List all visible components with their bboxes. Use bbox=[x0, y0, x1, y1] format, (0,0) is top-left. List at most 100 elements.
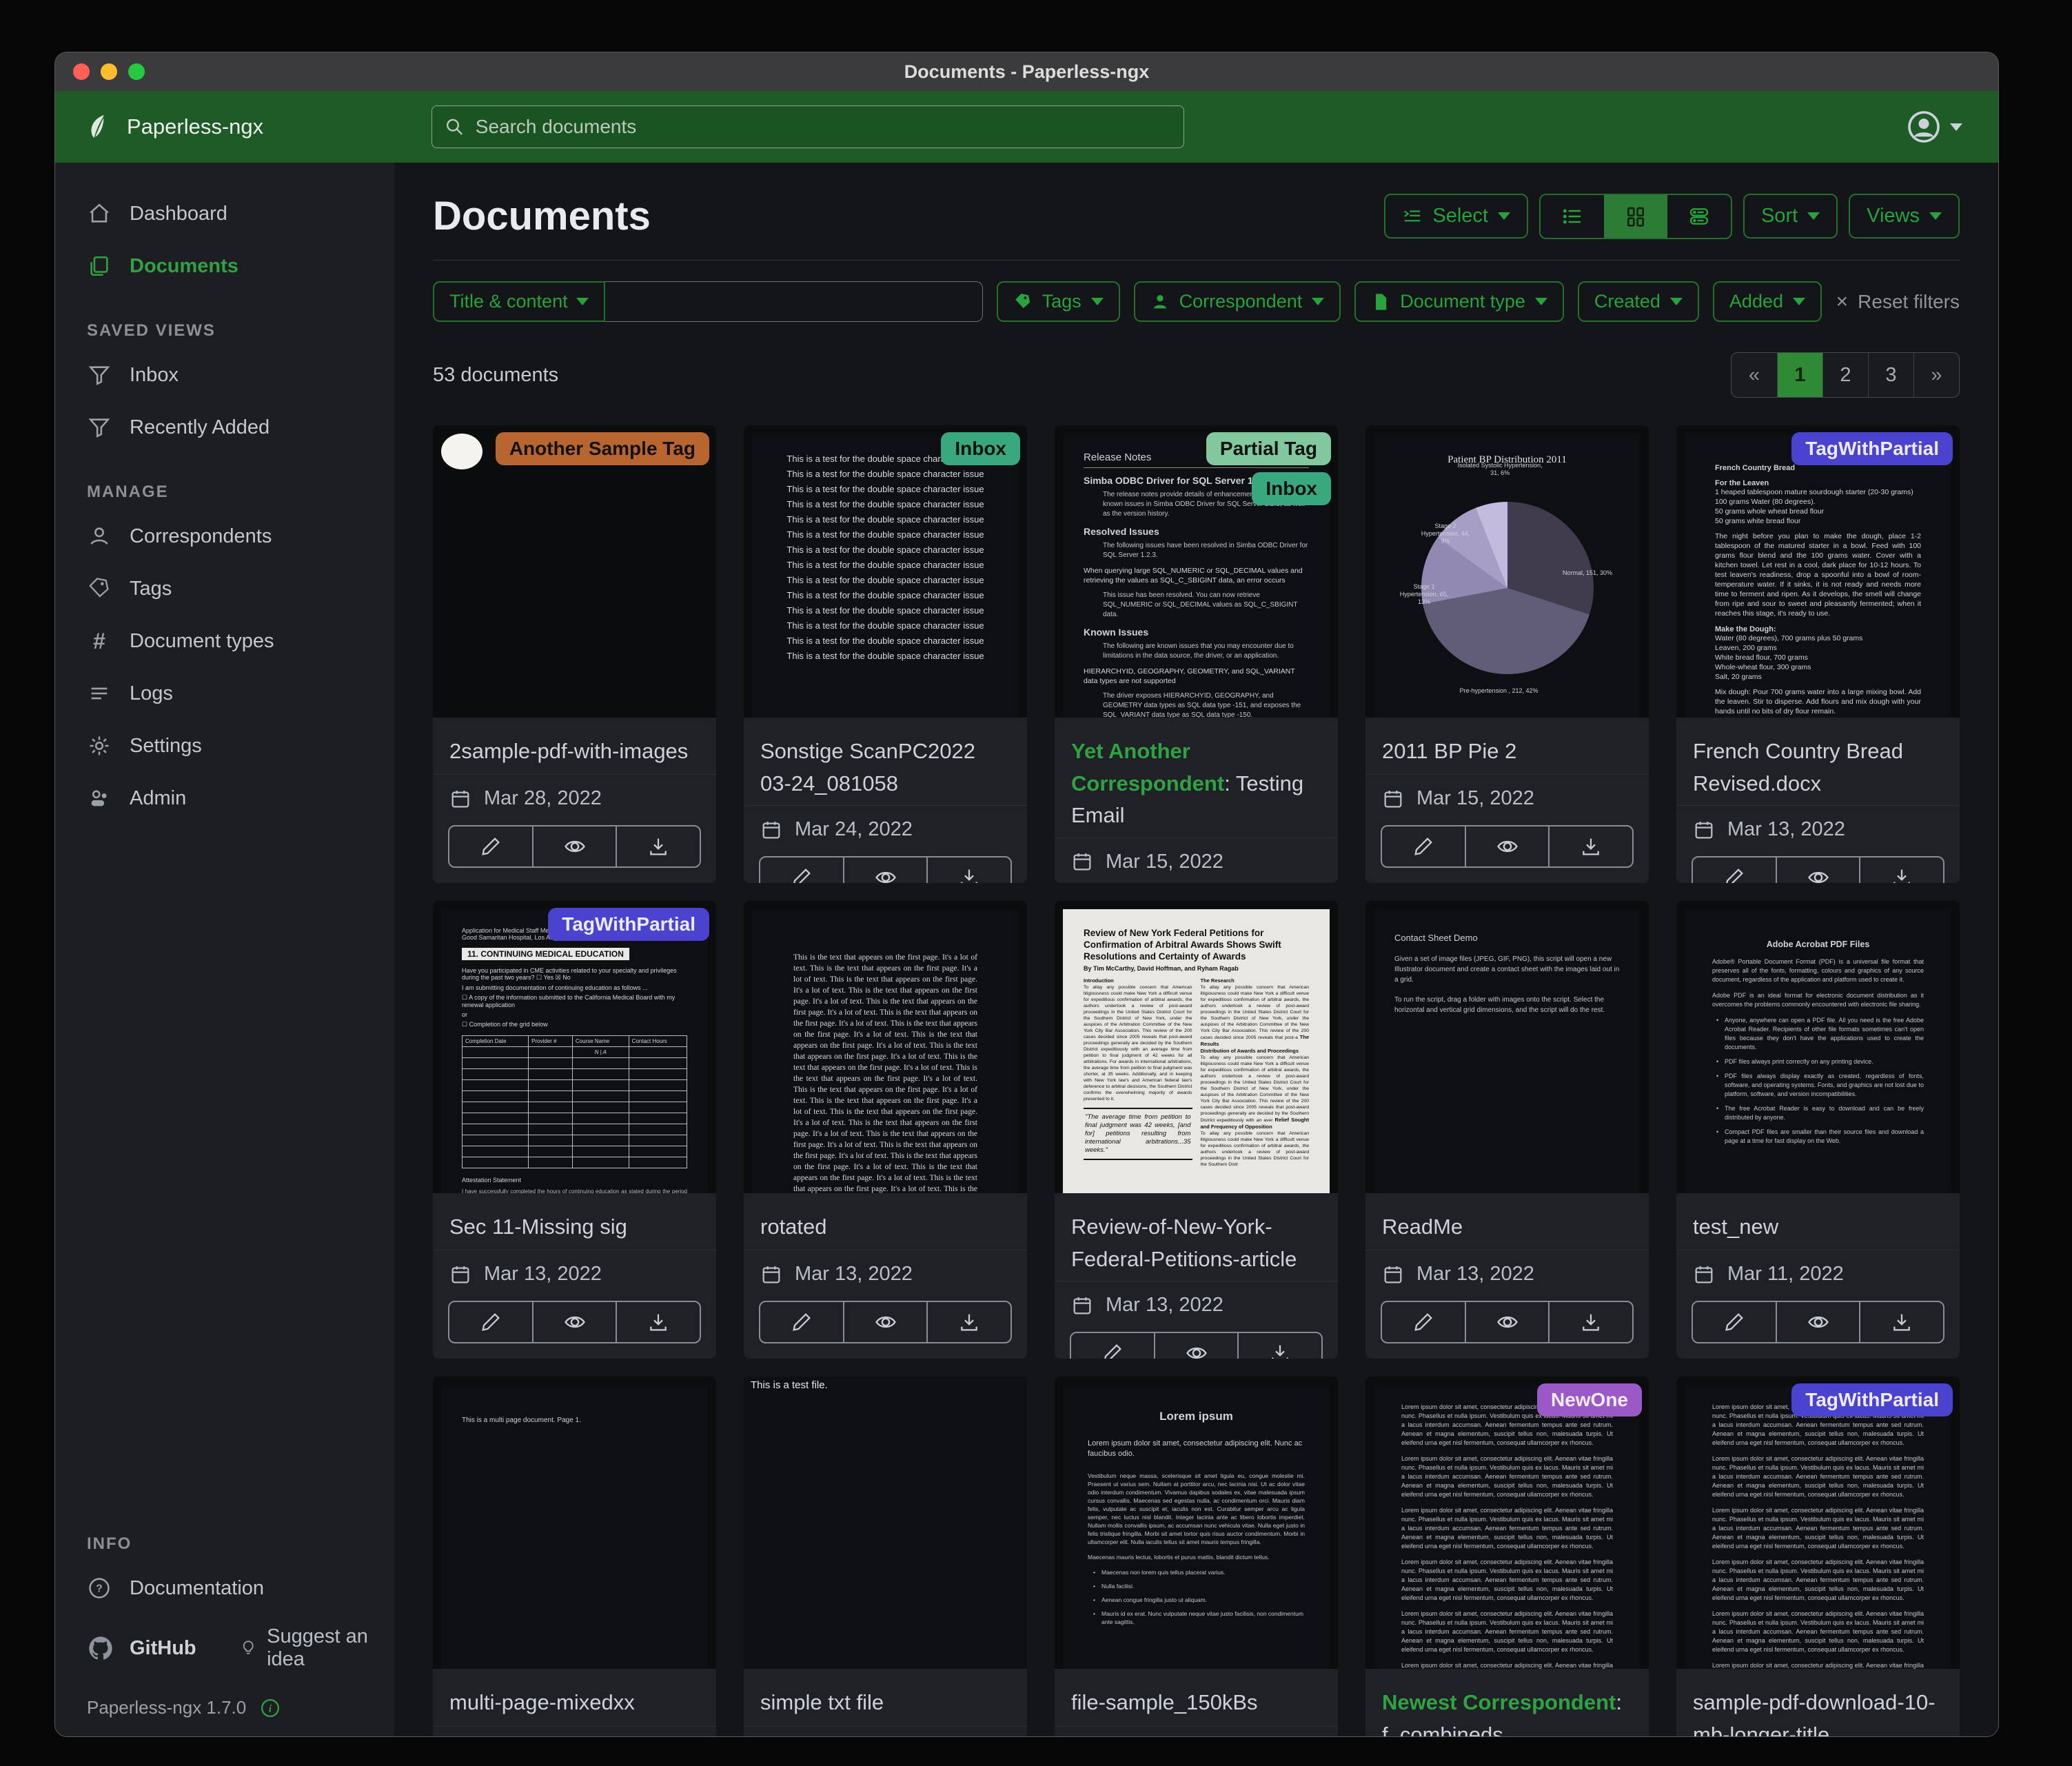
info-icon[interactable]: i bbox=[260, 1698, 281, 1718]
document-card[interactable]: Release NotesSimba ODBC Driver for SQL S… bbox=[1055, 425, 1338, 883]
document-card[interactable]: Review of New York Federal Petitions for… bbox=[1055, 901, 1338, 1359]
document-correspondent[interactable]: Newest Correspondent bbox=[1382, 1690, 1616, 1714]
sidebar-item-tags[interactable]: Tags bbox=[55, 562, 394, 615]
correspondent-filter-button[interactable]: Correspondent bbox=[1134, 281, 1341, 322]
document-title[interactable]: sample-pdf-download-10-mb-longer-title bbox=[1676, 1669, 1960, 1736]
view-document-button[interactable] bbox=[843, 857, 927, 883]
document-card[interactable]: Adobe Acrobat PDF FilesAdobe® Portable D… bbox=[1676, 901, 1960, 1359]
document-title[interactable]: simple txt file bbox=[744, 1669, 1027, 1726]
title-content-filter-input[interactable] bbox=[605, 281, 983, 322]
download-document-button[interactable] bbox=[1859, 857, 1943, 883]
tags-filter-button[interactable]: Tags bbox=[997, 281, 1120, 322]
document-card[interactable]: This is the text that appears on the fir… bbox=[744, 901, 1027, 1359]
view-document-button[interactable] bbox=[1154, 1333, 1238, 1359]
tag-badge[interactable]: Inbox bbox=[1252, 472, 1331, 505]
document-thumbnail[interactable]: Lorem ipsum dolor sit amet, consectetur … bbox=[1365, 1377, 1649, 1669]
document-correspondent[interactable]: Yet Another Correspondent bbox=[1071, 739, 1224, 795]
tag-badge[interactable]: TagWithPartial bbox=[548, 908, 709, 941]
document-title[interactable]: Newest Correspondent: f_combineds bbox=[1365, 1669, 1649, 1736]
view-document-button[interactable] bbox=[843, 1302, 927, 1342]
document-thumbnail[interactable]: Contact Sheet DemoGiven a set of image f… bbox=[1365, 901, 1649, 1193]
document-thumbnail[interactable]: This is a test file. bbox=[744, 1377, 1027, 1669]
document-card[interactable]: This is a test for the double space char… bbox=[744, 425, 1027, 883]
document-thumbnail[interactable]: Boundary Waters TripLegendGoogle EarthCu… bbox=[433, 425, 716, 718]
sidebar-item-documents[interactable]: Documents bbox=[55, 240, 394, 292]
search-input[interactable] bbox=[474, 115, 1171, 139]
tag-badge[interactable]: NewOne bbox=[1537, 1383, 1642, 1417]
tag-badge[interactable]: TagWithPartial bbox=[1791, 1383, 1953, 1417]
document-card[interactable]: Boundary Waters TripLegendGoogle EarthCu… bbox=[433, 425, 716, 883]
edit-document-button[interactable] bbox=[449, 826, 532, 866]
tag-badge[interactable]: Partial Tag bbox=[1206, 432, 1331, 465]
document-title[interactable]: French Country Bread Revised.docx bbox=[1676, 718, 1960, 805]
document-thumbnail[interactable]: This is a test for the double space char… bbox=[744, 425, 1027, 718]
user-menu[interactable] bbox=[1907, 110, 1962, 143]
document-thumbnail[interactable]: This is the text that appears on the fir… bbox=[744, 901, 1027, 1193]
document-title[interactable]: file-sample_150kBs bbox=[1055, 1669, 1338, 1726]
added-filter-button[interactable]: Added bbox=[1713, 281, 1822, 322]
app-brand[interactable]: Paperless-ngx bbox=[84, 112, 263, 142]
download-document-button[interactable] bbox=[1548, 826, 1632, 866]
tag-badge[interactable]: Inbox bbox=[941, 432, 1020, 465]
select-button[interactable]: Select bbox=[1384, 194, 1528, 238]
edit-document-button[interactable] bbox=[1382, 826, 1465, 866]
document-card[interactable]: This is a test file. simple txt file bbox=[744, 1377, 1027, 1736]
document-card[interactable]: Application for Medical Staff MembersGoo… bbox=[433, 901, 716, 1359]
document-title[interactable]: Sec 11-Missing sig bbox=[433, 1193, 716, 1250]
edit-document-button[interactable] bbox=[1693, 857, 1776, 883]
document-title[interactable]: Yet Another Correspondent: Testing Email bbox=[1055, 718, 1338, 838]
sidebar-item-logs[interactable]: Logs bbox=[55, 667, 394, 720]
document-card[interactable]: Lorem ipsumLorem ipsum dolor sit amet, c… bbox=[1055, 1377, 1338, 1736]
document-thumbnail[interactable]: Adobe Acrobat PDF FilesAdobe® Portable D… bbox=[1676, 901, 1960, 1193]
document-title[interactable]: Sonstige ScanPC2022 03-24_081058 bbox=[744, 718, 1027, 805]
document-card[interactable]: Patient BP Distribution 2011Normal, 151,… bbox=[1365, 425, 1649, 883]
view-document-button[interactable] bbox=[1776, 857, 1860, 883]
document-title[interactable]: 2011 BP Pie 2 bbox=[1365, 718, 1649, 774]
view-document-button[interactable] bbox=[1776, 1302, 1860, 1342]
edit-document-button[interactable] bbox=[1382, 1302, 1465, 1342]
download-document-button[interactable] bbox=[1859, 1302, 1943, 1342]
list-view-toggle[interactable] bbox=[1541, 195, 1604, 238]
sidebar-item-correspondents[interactable]: Correspondents bbox=[55, 510, 394, 562]
document-card[interactable]: This is a multi page document. Page 1. m… bbox=[433, 1377, 716, 1736]
download-document-button[interactable] bbox=[616, 826, 700, 866]
download-document-button[interactable] bbox=[926, 1302, 1010, 1342]
edit-document-button[interactable] bbox=[1693, 1302, 1776, 1342]
view-document-button[interactable] bbox=[1465, 1302, 1549, 1342]
document-thumbnail[interactable]: This is a multi page document. Page 1. bbox=[433, 1377, 716, 1669]
github-link[interactable]: GitHub bbox=[130, 1637, 196, 1660]
pagination-next[interactable]: » bbox=[1913, 353, 1959, 397]
document-title[interactable]: multi-page-mixedxx bbox=[433, 1669, 716, 1726]
document-type-filter-button[interactable]: Document type bbox=[1354, 281, 1564, 322]
sort-button[interactable]: Sort bbox=[1743, 194, 1838, 238]
tag-badge[interactable]: TagWithPartial bbox=[1791, 432, 1953, 465]
document-card[interactable]: Contact Sheet DemoGiven a set of image f… bbox=[1365, 901, 1649, 1359]
edit-document-button[interactable] bbox=[760, 857, 843, 883]
sidebar-item-dashboard[interactable]: Dashboard bbox=[55, 187, 394, 240]
view-document-button[interactable] bbox=[1465, 826, 1549, 866]
document-thumbnail[interactable]: Release NotesSimba ODBC Driver for SQL S… bbox=[1055, 425, 1338, 718]
pagination-page-1[interactable]: 1 bbox=[1777, 353, 1822, 397]
sidebar-item-inbox[interactable]: Inbox bbox=[55, 349, 394, 401]
document-title[interactable]: ReadMe bbox=[1365, 1193, 1649, 1250]
pagination-page-2[interactable]: 2 bbox=[1822, 353, 1868, 397]
global-search[interactable] bbox=[431, 105, 1184, 148]
grid-view-toggle[interactable] bbox=[1604, 195, 1667, 238]
document-card[interactable]: Lorem ipsum dolor sit amet, consectetur … bbox=[1365, 1377, 1649, 1736]
views-button[interactable]: Views bbox=[1849, 194, 1960, 238]
view-document-button[interactable] bbox=[532, 1302, 616, 1342]
reset-filters-button[interactable]: × Reset filters bbox=[1836, 290, 1960, 314]
document-title[interactable]: 2sample-pdf-with-images bbox=[433, 718, 716, 774]
document-title[interactable]: Review-of-New-York-Federal-Petitions-art… bbox=[1055, 1193, 1338, 1281]
download-document-button[interactable] bbox=[926, 857, 1010, 883]
download-document-button[interactable] bbox=[1237, 1333, 1321, 1359]
document-thumbnail[interactable]: French Country BreadFor the Leaven1 heap… bbox=[1676, 425, 1960, 718]
tag-badge[interactable]: Another Sample Tag bbox=[496, 432, 709, 465]
download-document-button[interactable] bbox=[616, 1302, 700, 1342]
edit-document-button[interactable] bbox=[449, 1302, 532, 1342]
view-document-button[interactable] bbox=[532, 826, 616, 866]
sidebar-item-document-types[interactable]: # Document types bbox=[55, 615, 394, 667]
document-thumbnail[interactable]: Lorem ipsumLorem ipsum dolor sit amet, c… bbox=[1055, 1377, 1338, 1669]
title-content-filter-button[interactable]: Title & content bbox=[433, 281, 605, 322]
sidebar-item-admin[interactable]: Admin bbox=[55, 772, 394, 824]
